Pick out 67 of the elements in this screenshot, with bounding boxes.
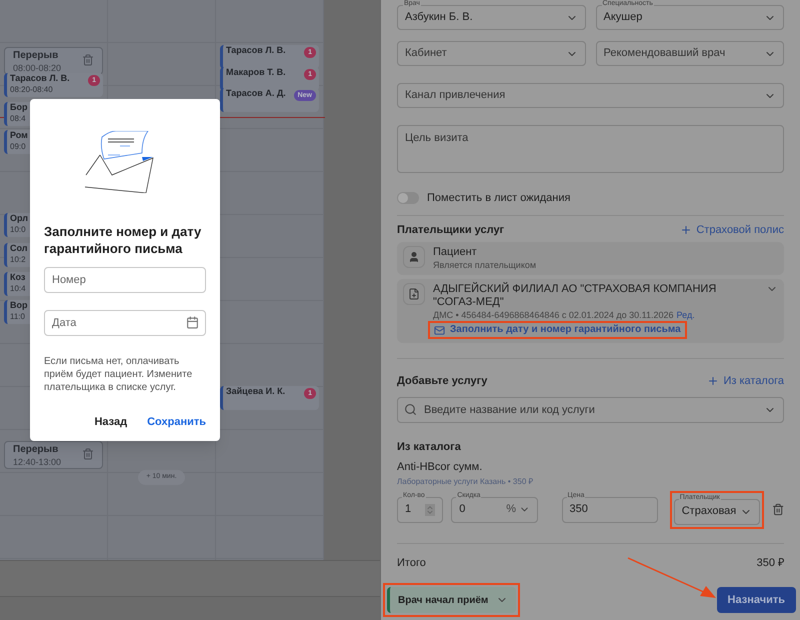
payer-name: Пациент — [433, 246, 478, 259]
dialog-title: Заполните номер и дату гарантийного письма — [44, 223, 202, 257]
trash-icon[interactable] — [82, 448, 94, 460]
appointment-time: 11:0 — [10, 311, 26, 322]
total-label: Итого — [397, 556, 426, 570]
select-field[interactable]: Канал привлечения — [397, 83, 784, 108]
appointment-time: 10:4 — [10, 283, 26, 294]
payer-details: ДМС • 456484-6496868464846 с 02.01.2024 до 30.11.2026 — [433, 310, 674, 320]
break-card[interactable]: Перерыв 12:40-13:00 — [4, 441, 103, 469]
break-title: Перерыв — [13, 444, 60, 456]
appointment-time: 08:20-08:40 — [10, 84, 54, 95]
subsection-title: Из каталога — [397, 440, 462, 454]
submit-button[interactable]: Назначить — [716, 587, 796, 613]
select-field[interactable]: Кабинет — [397, 41, 586, 66]
section-title: Плательщики услуг — [397, 222, 504, 238]
patient-name: Макаров Т. В. — [226, 67, 286, 78]
document-plus-icon — [403, 283, 425, 305]
patient-name: Сол — [10, 243, 28, 254]
service-search-field[interactable]: Введите название или код услуги — [397, 396, 784, 422]
textarea-field[interactable]: Цель визита — [397, 125, 784, 173]
patient-name: Орл — [10, 213, 28, 224]
add-policy-link[interactable]: Страховой полис — [680, 222, 784, 238]
section-title: Добавьте услугу — [397, 374, 488, 389]
service-name: Anti-HBcor сумм. — [397, 460, 484, 475]
status-dropdown[interactable]: Врач начал приём — [387, 587, 516, 613]
payer-details: Является плательщиком — [433, 260, 536, 270]
toggle-label: Поместить в лист ожидания — [427, 191, 570, 206]
unit-label: % — [506, 502, 516, 518]
patient-name: Ром — [10, 130, 28, 141]
catalog-link[interactable]: Из каталога — [707, 373, 784, 390]
patient-name: Вор — [10, 300, 28, 311]
break-title: Перерыв — [13, 50, 60, 62]
stepper-icon[interactable] — [425, 504, 436, 516]
break-card[interactable]: Перерыв 08:00-08:20 — [4, 47, 103, 75]
calendar-icon[interactable] — [186, 316, 199, 329]
letter-link[interactable]: Заполнить дату и номер гарантийного письма — [434, 323, 681, 337]
trash-icon[interactable] — [772, 503, 784, 516]
back-button[interactable]: Назад — [94, 414, 128, 430]
envelope-icon — [434, 324, 445, 336]
service-details: Лабораторные услуги Казань • 350 ₽ — [397, 476, 534, 488]
break-time: 12:40-13:00 — [13, 456, 62, 468]
toggle-switch[interactable] — [397, 192, 419, 204]
plus-icon — [707, 375, 720, 388]
input-field[interactable]: Номер — [44, 267, 206, 293]
appointment-time: 08:4 — [10, 113, 27, 124]
patient-name: Зайцева И. К. — [226, 386, 286, 397]
appointment-time: 10:0 — [10, 224, 27, 235]
patient-name: Тарасов Л. В. — [226, 45, 286, 56]
dialog-note: Если письма нет, оплачивать приём будет пациент. Измените плательщика в списке услуг. — [44, 355, 194, 394]
date-field[interactable]: Дата — [44, 310, 206, 336]
person-icon — [403, 246, 425, 268]
edit-link[interactable]: Ред. — [676, 310, 695, 320]
patient-name: Коз — [10, 272, 26, 283]
plus-icon — [680, 224, 692, 236]
appointment-time: 10:2 — [10, 254, 27, 265]
select-field[interactable]: Азбукин Б. В. — [397, 5, 586, 30]
total-value: 350 ₽ — [756, 556, 784, 570]
patient-name: Тарасов А. Д. — [226, 88, 286, 99]
appointment-time: 09:0 — [10, 141, 27, 152]
search-icon — [404, 402, 417, 416]
patient-name: Бор — [10, 102, 28, 113]
break-time: 08:00-08:20 — [13, 62, 62, 74]
trash-icon[interactable] — [82, 54, 94, 66]
save-button[interactable]: Сохранить — [147, 414, 206, 430]
select-field[interactable]: Рекомендовавший врач — [596, 41, 784, 66]
patient-name: Тарасов Л. В. — [10, 73, 70, 84]
payer-name: АДЫГЕЙСКИЙ ФИЛИАЛ АО "СТРАХОВАЯ КОМПАНИЯ "СОГАЗ-МЕД" — [433, 283, 718, 309]
